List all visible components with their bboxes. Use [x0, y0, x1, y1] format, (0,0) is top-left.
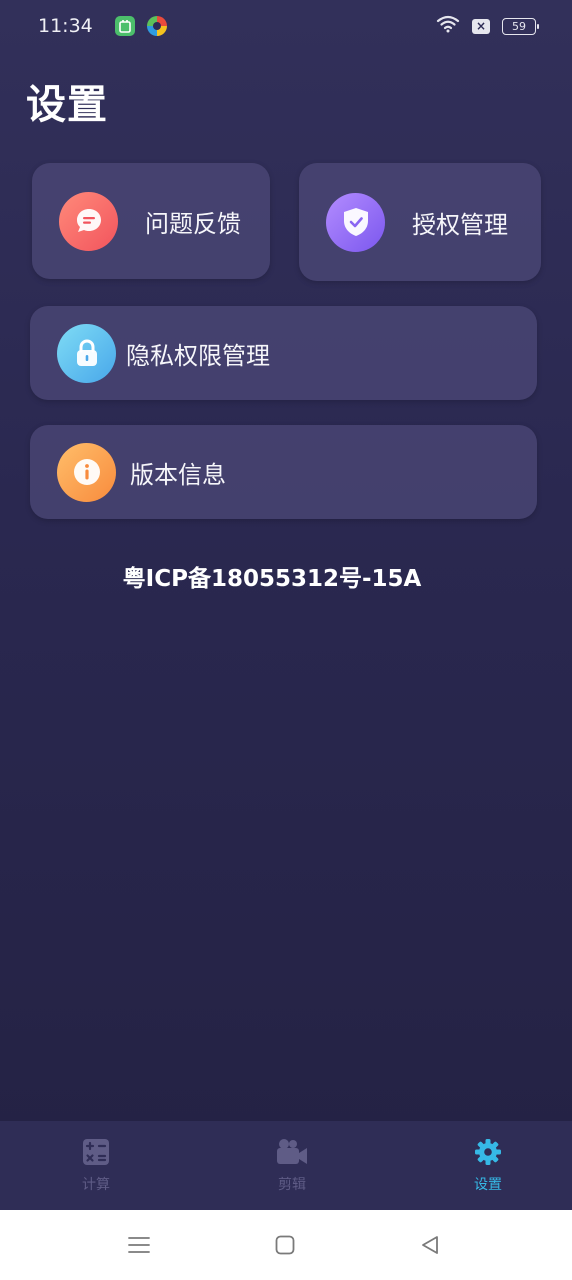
privacy-permission-label: 隐私权限管理 — [126, 341, 270, 370]
feedback-label: 问题反馈 — [145, 209, 241, 238]
tab-settings-label: 设置 — [474, 1176, 502, 1193]
status-bar: 11:34 × 59 — [0, 0, 572, 52]
sim-off-icon: × — [472, 18, 490, 34]
system-nav-bar — [0, 1210, 572, 1280]
icp-record-text: 粤ICP备18055312号-15A — [122, 566, 422, 592]
menu-icon[interactable] — [128, 1234, 150, 1256]
status-left: 11:34 — [38, 15, 167, 37]
app-badge-icon — [114, 16, 135, 36]
home-icon[interactable] — [274, 1234, 296, 1256]
authorization-label: 授权管理 — [412, 210, 508, 239]
info-icon — [57, 442, 116, 502]
bottom-tab-bar: 计算 剪辑 设置 — [0, 1121, 572, 1210]
version-info-card[interactable]: 版本信息 — [30, 425, 537, 519]
page-title: 设置 — [26, 82, 108, 128]
feedback-card[interactable]: 问题反馈 — [32, 163, 270, 279]
authorization-card[interactable]: 授权管理 — [299, 163, 541, 281]
wifi-icon — [436, 15, 460, 37]
status-right: × 59 — [436, 15, 539, 37]
tab-edit[interactable]: 剪辑 — [258, 1121, 326, 1210]
tab-calculate-label: 计算 — [82, 1176, 110, 1193]
chat-bubble-icon — [59, 191, 118, 251]
gear-icon — [474, 1138, 502, 1170]
version-info-label: 版本信息 — [130, 460, 226, 489]
shield-check-icon — [326, 192, 385, 252]
calculator-icon — [82, 1138, 110, 1170]
status-time: 11:34 — [38, 15, 93, 37]
tab-calculate[interactable]: 计算 — [62, 1121, 130, 1210]
tab-edit-label: 剪辑 — [278, 1176, 306, 1193]
colorful-app-icon — [146, 16, 167, 36]
video-camera-icon — [276, 1138, 308, 1170]
lock-icon — [57, 323, 116, 383]
privacy-permission-card[interactable]: 隐私权限管理 — [30, 306, 537, 400]
tab-settings[interactable]: 设置 — [454, 1121, 522, 1210]
back-icon[interactable] — [419, 1234, 441, 1256]
battery-icon: 59 — [502, 17, 539, 35]
